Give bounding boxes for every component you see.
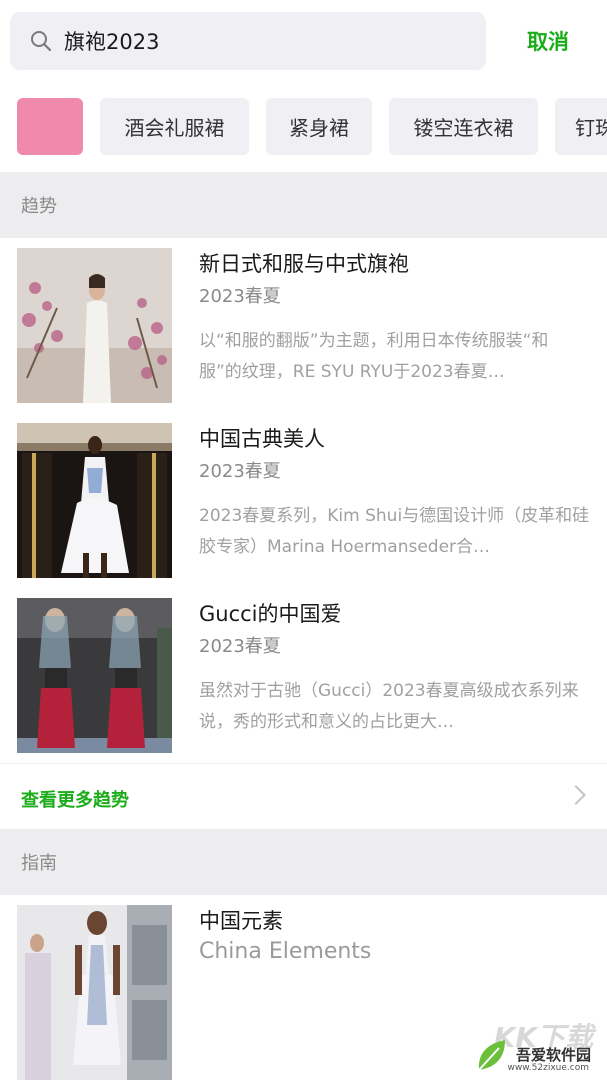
- section-title-guides: 指南: [21, 853, 57, 874]
- search-icon: [30, 30, 52, 52]
- guide-subtitle: China Elements: [199, 939, 372, 964]
- trend-thumbnail: [17, 248, 172, 403]
- section-header-trends: 趋势: [0, 172, 607, 238]
- search-header: 旗袍2023 取消: [0, 0, 607, 82]
- chip-beaded[interactable]: 钉珠: [555, 98, 607, 155]
- guide-title: 中国元素: [199, 909, 283, 933]
- trend-card[interactable]: 新日式和服与中式旗袍 2023春夏 以“和服的翻版”为主题，利用日本传统服装“和…: [0, 238, 607, 413]
- trend-description: 以“和服的翻版”为主题，利用日本传统服装“和服”的纹理，RE SYU RYU于2…: [199, 331, 549, 382]
- trend-season: 2023春夏: [199, 636, 281, 657]
- guide-thumbnail: [17, 905, 172, 1080]
- color-chip-pink[interactable]: [17, 98, 83, 155]
- site-watermark: KK下载 吾爱软件园 www.52zixue.com: [473, 1016, 601, 1076]
- trend-card[interactable]: Gucci的中国爱 2023春夏 虽然对于古驰（Gucci）2023春夏高级成衣…: [0, 588, 607, 763]
- watermark-url: www.52zixue.com: [507, 1063, 589, 1073]
- chevron-right-icon: [566, 785, 586, 805]
- watermark-brand: 吾爱软件园: [515, 1046, 591, 1064]
- chip-bodycon-dress[interactable]: 紧身裙: [266, 98, 372, 155]
- trend-description: 虽然对于古驰（Gucci）2023春夏高级成衣系列来说，秀的形式和意义的占比更大…: [199, 681, 579, 732]
- search-query-text[interactable]: 旗袍2023: [64, 26, 159, 56]
- section-header-guides: 指南: [0, 829, 607, 895]
- trend-thumbnail: [17, 423, 172, 578]
- cancel-button[interactable]: 取消: [527, 26, 569, 56]
- filter-chips: 酒会礼服裙 紧身裙 镂空连衣裙 钉珠: [0, 96, 607, 156]
- trend-card[interactable]: 中国古典美人 2023春夏 2023春夏系列，Kim Shui与德国设计师（皮革…: [0, 413, 607, 588]
- trend-title: 新日式和服与中式旗袍: [199, 252, 409, 276]
- trend-season: 2023春夏: [199, 286, 281, 307]
- trend-thumbnail: [17, 598, 172, 753]
- search-input[interactable]: 旗袍2023: [10, 12, 486, 70]
- trend-title: 中国古典美人: [199, 427, 325, 451]
- section-title-trends: 趋势: [21, 196, 57, 217]
- chip-cocktail-dress[interactable]: 酒会礼服裙: [100, 98, 249, 155]
- chip-cutout-dress[interactable]: 镂空连衣裙: [389, 98, 538, 155]
- trend-description: 2023春夏系列，Kim Shui与德国设计师（皮革和硅胶专家）Marina H…: [199, 506, 590, 557]
- trend-season: 2023春夏: [199, 461, 281, 482]
- trend-title: Gucci的中国爱: [199, 602, 342, 626]
- leaf-logo-icon: [478, 1040, 505, 1071]
- see-more-trends-label: 查看更多趋势: [21, 790, 129, 811]
- see-more-trends-link[interactable]: 查看更多趋势: [0, 763, 607, 829]
